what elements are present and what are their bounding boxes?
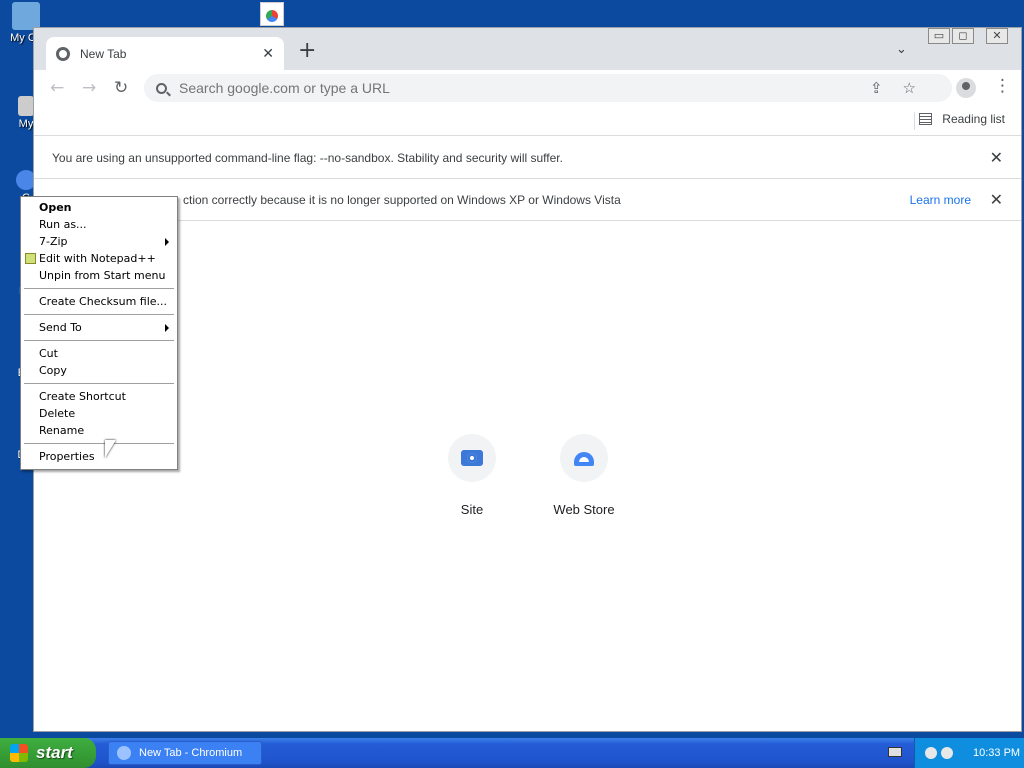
address-input[interactable]	[179, 80, 779, 96]
reading-list-button[interactable]: Reading list	[919, 112, 1005, 126]
reading-list-icon	[919, 113, 933, 125]
submenu-arrow-icon	[165, 324, 169, 332]
reload-button[interactable]: ↻	[114, 78, 128, 98]
web-store-icon	[574, 452, 594, 466]
windows-flag-icon	[10, 744, 28, 762]
bookmarks-bar: Reading list	[34, 106, 1021, 136]
menu-item-run-as[interactable]: Run as...	[21, 216, 177, 233]
camera-icon	[461, 450, 483, 466]
infobar-message: ction correctly because it is no longer …	[183, 192, 621, 207]
learn-more-link[interactable]: Learn more	[910, 193, 971, 207]
menu-kebab-icon[interactable]: ⋮	[994, 76, 1011, 96]
tab-search-chevron-icon[interactable]: ⌄	[896, 42, 907, 57]
tab-new-tab[interactable]: New Tab ✕	[46, 37, 284, 70]
menu-item-checksum[interactable]: Create Checksum file...	[21, 293, 177, 310]
infobar-unsupported-os: ction correctly because it is no longer …	[34, 179, 1021, 221]
shortcut-icon	[18, 96, 34, 116]
menu-separator	[24, 340, 174, 341]
menu-item-copy[interactable]: Copy	[21, 362, 177, 379]
shortcut-label: Site	[460, 502, 484, 517]
tray-app-icon[interactable]	[925, 747, 937, 759]
globe-icon	[56, 46, 70, 61]
share-bookmark-icons[interactable]: ⇪☆	[870, 79, 936, 97]
new-tab-button[interactable]: +	[298, 40, 316, 62]
chromium-window: New Tab ✕ + ⌄ ▭ ◻ ✕ ← → ↻ ⇪☆ ⋮ Reading l…	[33, 27, 1022, 732]
infobar-message: You are using an unsupported command-lin…	[52, 150, 563, 165]
menu-separator	[24, 443, 174, 444]
notepad-plus-plus-icon	[25, 253, 36, 264]
menu-item-create-shortcut[interactable]: Create Shortcut	[21, 388, 177, 405]
tray-network-icon[interactable]	[941, 747, 953, 759]
taskbar-item-chromium[interactable]: New Tab - Chromium	[108, 741, 262, 765]
desktop-icon-paint[interactable]	[260, 2, 284, 26]
menu-separator	[24, 288, 174, 289]
my-computer-icon	[12, 2, 40, 30]
close-window-button[interactable]: ✕	[986, 28, 1008, 44]
menu-item-open[interactable]: Open	[21, 199, 177, 216]
search-icon	[156, 82, 167, 94]
shortcut-label: Web Store	[553, 502, 615, 517]
menu-item-rename[interactable]: Rename	[21, 422, 177, 439]
system-tray: 10:33 PM	[914, 738, 1024, 768]
profile-avatar-icon[interactable]	[956, 78, 976, 98]
minimize-button[interactable]: ▭	[928, 28, 950, 44]
keyboard-icon[interactable]	[888, 747, 902, 757]
start-button[interactable]: start	[0, 738, 96, 768]
menu-item-7zip[interactable]: 7-Zip	[21, 233, 177, 250]
menu-separator	[24, 383, 174, 384]
tab-title: New Tab	[80, 46, 127, 61]
menu-item-edit-notepad[interactable]: Edit with Notepad++	[21, 250, 177, 267]
shortcut-circle	[448, 434, 496, 482]
mouse-cursor-icon	[105, 440, 116, 458]
start-label: start	[36, 743, 73, 762]
shortcut-tile-site[interactable]: Site	[427, 434, 517, 517]
paint-icon	[266, 10, 278, 22]
shortcut-tile-web-store[interactable]: Web Store	[539, 434, 629, 517]
infobar-close-icon[interactable]: ✕	[990, 148, 1003, 168]
submenu-arrow-icon	[165, 238, 169, 246]
menu-item-unpin[interactable]: Unpin from Start menu	[21, 267, 177, 284]
infobar-close-icon[interactable]: ✕	[990, 190, 1003, 210]
omnibox[interactable]: ⇪☆	[144, 74, 952, 102]
infobar-no-sandbox: You are using an unsupported command-lin…	[34, 137, 1021, 179]
clock: 10:33 PM	[973, 747, 1021, 759]
menu-separator	[24, 314, 174, 315]
reading-list-label: Reading list	[942, 112, 1005, 126]
tab-close-icon[interactable]: ✕	[262, 46, 274, 62]
context-menu: Open Run as... 7-Zip Edit with Notepad++…	[20, 196, 178, 470]
shortcut-circle	[560, 434, 608, 482]
taskbar: start New Tab - Chromium 10:33 PM	[0, 738, 1024, 768]
menu-item-delete[interactable]: Delete	[21, 405, 177, 422]
bookmarks-separator	[914, 112, 915, 130]
menu-item-cut[interactable]: Cut	[21, 345, 177, 362]
taskbar-item-label: New Tab - Chromium	[139, 747, 243, 759]
forward-button[interactable]: →	[82, 78, 96, 98]
title-bar: New Tab ✕ + ⌄ ▭ ◻ ✕	[34, 28, 1021, 70]
back-button[interactable]: ←	[50, 78, 64, 98]
menu-item-send-to[interactable]: Send To	[21, 319, 177, 336]
maximize-button[interactable]: ◻	[952, 28, 974, 44]
menu-item-properties[interactable]: Properties	[21, 448, 177, 465]
toolbar: ← → ↻ ⇪☆ ⋮	[34, 70, 1021, 106]
new-tab-page: Site Web Store	[34, 221, 1021, 731]
chromium-icon	[117, 746, 131, 760]
